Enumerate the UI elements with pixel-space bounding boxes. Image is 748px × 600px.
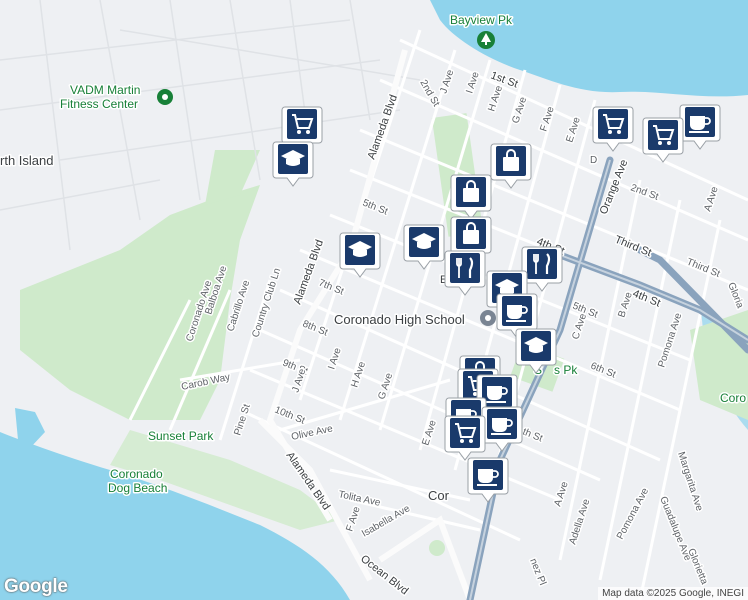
fitness-center-pin-icon[interactable]: [157, 89, 173, 105]
roundabout: [429, 540, 445, 556]
spreckels-label-2: s Pk: [554, 363, 578, 377]
north-island-label: rth Island: [0, 153, 53, 168]
map-attribution[interactable]: Map data ©2025 Google, INEGI: [598, 587, 748, 600]
map-canvas[interactable]: Bayview Pk VADM Martin Fitness Center rt…: [0, 0, 748, 600]
dog-beach-label-2: Dog Beach: [108, 481, 167, 495]
sunset-park-label: Sunset Park: [148, 429, 214, 443]
coronado-high-label: Coronado High School: [334, 312, 465, 327]
street-d-partial: D: [590, 155, 597, 166]
bayview-park-label: Bayview Pk: [450, 13, 513, 27]
vadm-label-1: VADM Martin: [70, 83, 140, 97]
vadm-label-2: Fitness Center: [60, 97, 138, 111]
school-pin-icon[interactable]: [480, 310, 496, 326]
coronado-town-label: Cor: [428, 488, 450, 503]
park-pin-icon[interactable]: [477, 31, 495, 49]
dog-beach-label-1: Coronado: [110, 467, 163, 481]
coronado-edge-label: Coro: [720, 391, 746, 405]
google-logo[interactable]: Google: [4, 576, 68, 598]
